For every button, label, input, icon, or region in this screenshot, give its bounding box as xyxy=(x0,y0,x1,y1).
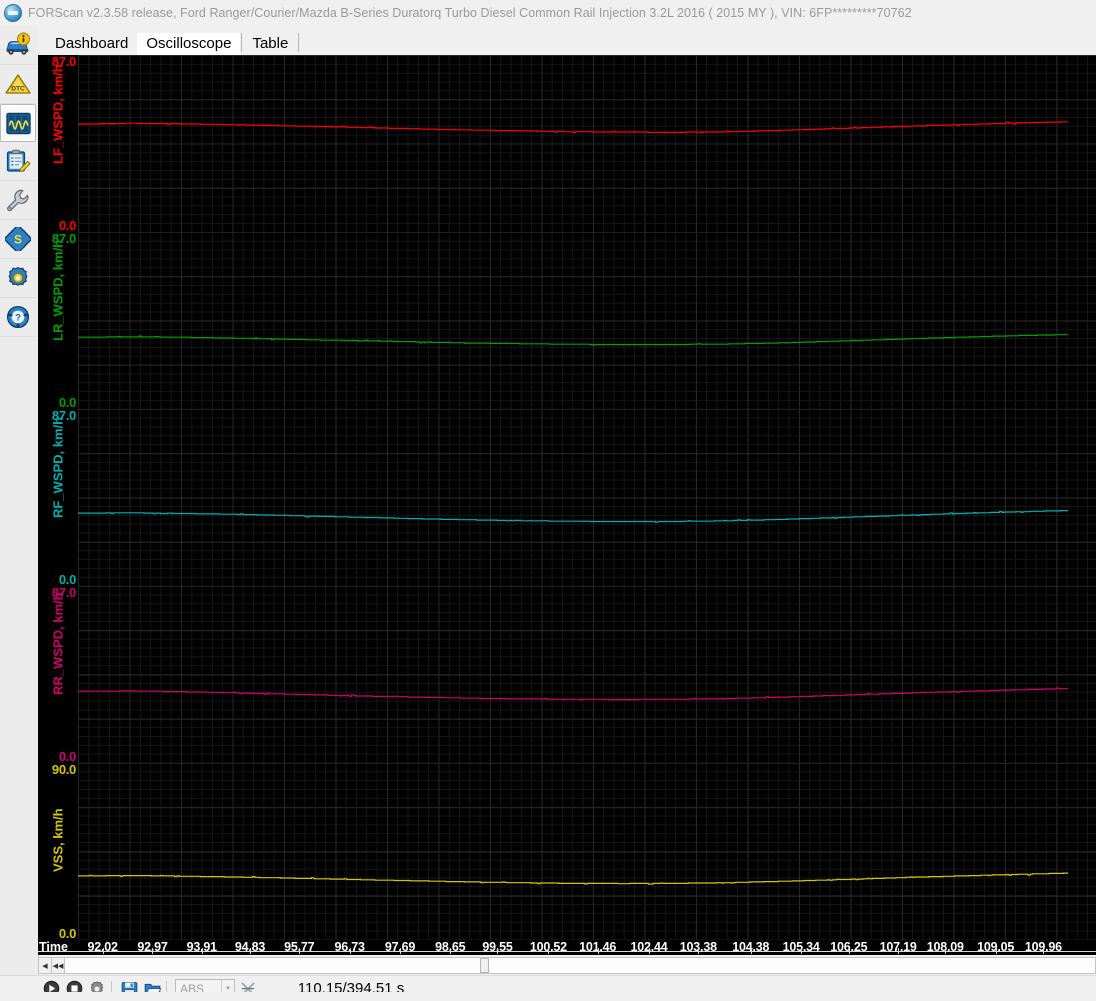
y-axis-min-label: 0.0 xyxy=(58,926,76,941)
oscilloscope-icon xyxy=(5,112,31,134)
scrollbar-track[interactable] xyxy=(65,958,1095,973)
sidebar-item-tests[interactable] xyxy=(0,181,36,220)
plot-area[interactable] xyxy=(78,55,1096,940)
x-axis-tick xyxy=(548,948,550,954)
x-axis-tick xyxy=(450,948,452,954)
tab-bar: Dashboard Oscilloscope Table xyxy=(38,26,1096,57)
time-scrollbar[interactable]: ◀ ◀◀ xyxy=(38,957,1096,974)
x-axis-tick xyxy=(801,948,803,954)
band-separator xyxy=(78,409,1096,410)
trace-vss xyxy=(78,872,1068,885)
wrench-icon xyxy=(7,189,29,212)
signal-traces xyxy=(78,121,1068,885)
x-axis-tick xyxy=(898,948,900,954)
sidebar-item-dtc-codes[interactable]: DTC xyxy=(0,65,36,104)
tab-separator xyxy=(241,33,243,52)
gear-icon xyxy=(8,267,28,286)
x-axis-tick xyxy=(299,948,301,954)
y-axis-rr_wspd: 87.0 RR_WSPD, km/h 0.0 xyxy=(38,586,78,763)
x-axis-tick xyxy=(497,948,499,954)
band-separator xyxy=(78,586,1096,587)
svg-text:DTC: DTC xyxy=(11,85,25,92)
x-axis-tick xyxy=(102,948,104,954)
svg-text:?: ? xyxy=(15,313,21,324)
x-axis-tick xyxy=(1043,948,1045,954)
y-axis-lr_wspd: 87.0 LR_WSPD, km/h 0.0 xyxy=(38,232,78,409)
oscilloscope-chart[interactable]: 87.0 LF_WSPD, km/h 0.0 87.0 LR_WSPD, km/h 0.0… xyxy=(38,55,1096,955)
clipboard-pencil-icon xyxy=(6,149,31,173)
title-bar: FORScan v2.3.58 release, Ford Ranger/Cou… xyxy=(0,0,1096,26)
y-axis-title: VSS, km/h xyxy=(50,807,66,872)
x-axis: Time 92.02 92.97 93.91 94.83 95.77 96.73 97.69… xyxy=(38,940,1096,955)
dtc-warning-triangle-icon: DTC xyxy=(5,74,31,94)
y-axis-rf_wspd: 87.0 RF_WSPD, km/h 0.0 xyxy=(38,409,78,586)
scroll-page-left-icon[interactable]: ◀◀ xyxy=(52,958,65,973)
band-separator xyxy=(78,232,1096,233)
trace-rf_wspd xyxy=(78,510,1068,523)
y-axis-title: RR_WSPD, km/h xyxy=(50,591,66,695)
x-axis-tick xyxy=(152,948,154,954)
sidebar-item-help[interactable]: ? xyxy=(0,298,36,337)
sidebar-item-configuration[interactable] xyxy=(0,259,36,298)
x-axis-label: Time xyxy=(39,940,68,954)
x-axis-tick xyxy=(995,948,997,954)
y-axis-vss: 90.0 VSS, km/h 0.0 xyxy=(38,763,78,940)
trace-lr_wspd xyxy=(78,334,1068,346)
sidebar-item-oscilloscope[interactable] xyxy=(0,104,36,142)
forscan-window: FORScan v2.3.58 release, Ford Ranger/Cou… xyxy=(0,0,1096,1001)
x-axis-tick xyxy=(945,948,947,954)
x-axis-tick xyxy=(750,948,752,954)
tab-table[interactable]: Table xyxy=(243,33,297,57)
y-axis-column: 87.0 LF_WSPD, km/h 0.0 87.0 LR_WSPD, km/h 0.0… xyxy=(38,55,78,940)
tab-oscilloscope[interactable]: Oscilloscope xyxy=(137,33,241,57)
svg-text:S: S xyxy=(14,234,22,246)
scrollbar-thumb[interactable] xyxy=(480,958,489,973)
scroll-left-icon[interactable]: ◀ xyxy=(39,958,52,973)
x-axis-tick xyxy=(201,948,203,954)
y-axis-title: LF_WSPD, km/h xyxy=(50,63,66,164)
x-axis-tick xyxy=(399,948,401,954)
sidebar-item-modules[interactable]: S xyxy=(0,220,36,259)
y-axis-title: LR_WSPD, km/h xyxy=(50,239,66,341)
x-axis-tick xyxy=(698,948,700,954)
sidebar-item-service-procedures[interactable] xyxy=(0,142,36,181)
window-title: FORScan v2.3.58 release, Ford Ranger/Cou… xyxy=(28,6,912,20)
band-separator xyxy=(78,763,1096,764)
x-axis-tick xyxy=(597,948,599,954)
car-info-icon xyxy=(6,32,30,55)
x-axis-tick xyxy=(349,948,351,954)
chip-module-icon: S xyxy=(5,227,31,251)
trace-rr_wspd xyxy=(78,687,1068,701)
forscan-logo-icon xyxy=(4,4,22,22)
sidebar: DTC S ? xyxy=(0,26,39,978)
y-axis-title: RF_WSPD, km/h xyxy=(50,416,66,518)
status-bar xyxy=(0,992,1096,1000)
y-axis-lf_wspd: 87.0 LF_WSPD, km/h 0.0 xyxy=(38,55,78,232)
x-axis-tick xyxy=(848,948,850,954)
x-axis-tick xyxy=(649,948,651,954)
y-axis-max-label: 90.0 xyxy=(51,762,76,777)
trace-lf_wspd xyxy=(78,121,1068,134)
help-wheel-icon: ? xyxy=(6,305,30,329)
tab-separator xyxy=(298,33,300,52)
x-axis-tick xyxy=(249,948,251,954)
sidebar-item-vehicle-info[interactable] xyxy=(0,26,36,65)
